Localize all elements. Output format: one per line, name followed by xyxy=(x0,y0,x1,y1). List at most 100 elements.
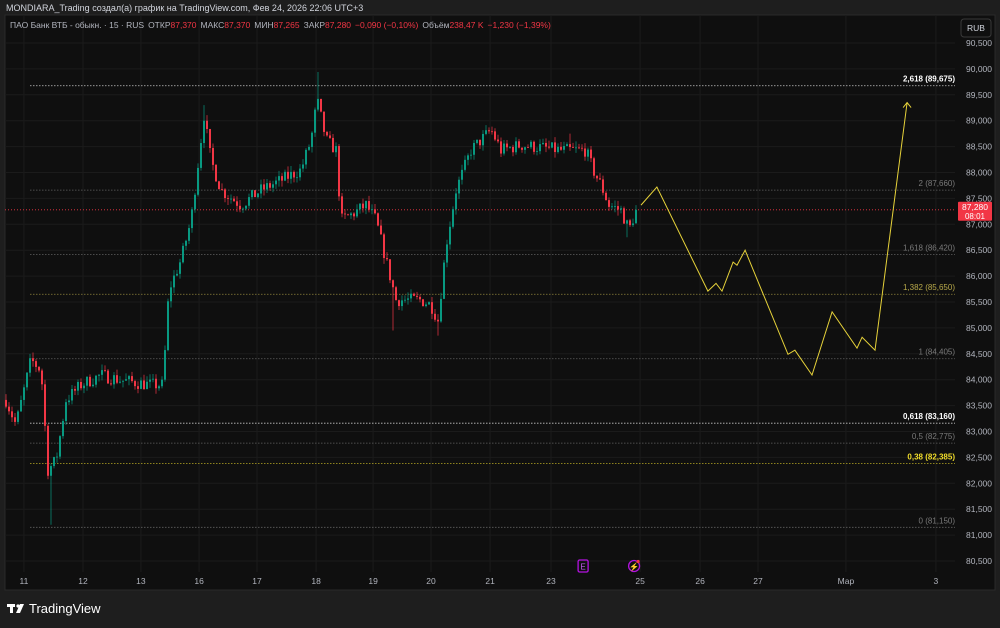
candle-body xyxy=(554,142,556,153)
candle-body xyxy=(176,273,178,276)
candle-body xyxy=(92,384,94,387)
candle-body xyxy=(254,190,256,198)
candle-body xyxy=(224,189,226,199)
candle-body xyxy=(41,370,43,385)
price-tick-label: 90,000 xyxy=(966,64,992,74)
price-tick-label: 85,500 xyxy=(966,297,992,307)
candle-body xyxy=(515,141,517,153)
candle-body xyxy=(164,350,166,380)
candle-body xyxy=(155,378,157,389)
price-tick-label: 83,500 xyxy=(966,401,992,411)
currency-button[interactable]: RUB xyxy=(960,18,992,38)
fib-level-label: 1,382 (85,650) xyxy=(903,283,955,292)
candle-body xyxy=(506,143,508,148)
price-tick-label: 81,000 xyxy=(966,530,992,540)
candle-body xyxy=(518,141,520,148)
candle-body xyxy=(584,148,586,157)
candle-body xyxy=(389,259,391,281)
candle-body xyxy=(476,139,478,143)
time-tick-label: 17 xyxy=(252,576,262,586)
candle-body xyxy=(26,372,28,388)
candle-body xyxy=(413,293,415,296)
time-tick-label: 16 xyxy=(194,576,204,586)
candle-body xyxy=(50,466,52,476)
candle-body xyxy=(422,299,424,307)
candle-body xyxy=(38,366,40,371)
time-tick-label: Мар xyxy=(838,576,855,586)
candle-body xyxy=(83,385,85,389)
candle-body xyxy=(410,293,412,299)
candle-body xyxy=(548,146,550,148)
candle-body xyxy=(449,226,451,245)
candle-body xyxy=(131,376,133,382)
header-title: MONDIARA_Trading создал(а) график на Tra… xyxy=(6,3,363,13)
candle-body xyxy=(329,135,331,138)
svg-text:RUB[interactable]: RUB xyxy=(967,23,985,33)
candle-body xyxy=(635,209,637,224)
svg-text:ПАО Банк ВТБ - обыкн. · 15 · R: ПАО Банк ВТБ - обыкн. · 15 · RUS ОТКР87,3… xyxy=(10,20,551,30)
candle-body xyxy=(59,436,61,457)
fib-level-label: 0,5 (82,775) xyxy=(912,432,955,441)
event-label: E xyxy=(580,563,585,572)
candle-body xyxy=(167,301,169,351)
candle-body xyxy=(35,361,37,367)
candle-body xyxy=(302,164,304,169)
candle-body xyxy=(257,193,259,198)
candle-body xyxy=(335,146,337,153)
legend-open: 87,370 xyxy=(171,20,197,30)
candle-body xyxy=(215,164,217,182)
candle-body xyxy=(608,200,610,207)
candle-body xyxy=(311,132,313,147)
candle-body xyxy=(227,198,229,199)
candle-body xyxy=(560,146,562,150)
candle-body xyxy=(62,421,64,437)
time-tick-label: 19 xyxy=(368,576,378,586)
candle-body xyxy=(200,143,202,168)
candle-body xyxy=(533,141,535,152)
candle-body xyxy=(596,175,598,179)
candle-body xyxy=(377,213,379,226)
candle-body xyxy=(617,206,619,210)
candle-body xyxy=(287,171,289,179)
candle-body xyxy=(212,148,214,165)
time-tick-label: 3 xyxy=(934,576,939,586)
price-tick-label: 84,000 xyxy=(966,375,992,385)
candle-body xyxy=(47,425,49,476)
candle-body xyxy=(629,220,631,226)
candle-body xyxy=(407,298,409,300)
fib-level-label: 1,618 (86,420) xyxy=(903,243,955,252)
candle-body xyxy=(104,370,106,371)
candle-body xyxy=(605,192,607,201)
candle-body xyxy=(134,381,136,387)
candle-body xyxy=(341,196,343,214)
candle-body xyxy=(566,144,568,147)
price-tick-label: 86,000 xyxy=(966,271,992,281)
candle-body xyxy=(113,375,115,385)
candle-body xyxy=(353,213,355,217)
candle-body xyxy=(65,402,67,422)
candle-body xyxy=(503,143,505,154)
candle-body xyxy=(392,280,394,288)
candle-body xyxy=(527,147,529,149)
candle-body xyxy=(293,171,295,178)
candle-body xyxy=(542,142,544,145)
candle-body xyxy=(320,98,322,112)
candle-body xyxy=(416,295,418,297)
candle-body xyxy=(332,137,334,153)
candle-body xyxy=(182,245,184,263)
candle-body xyxy=(74,389,76,391)
candle-body xyxy=(140,380,142,389)
price-tick-label: 89,000 xyxy=(966,116,992,126)
candle-body xyxy=(89,376,91,387)
price-tick-label: 86,500 xyxy=(966,245,992,255)
candle-body xyxy=(107,370,109,384)
candle-body xyxy=(308,146,310,150)
candle-body xyxy=(146,381,148,390)
candle-body xyxy=(521,147,523,150)
candle-body xyxy=(446,244,448,263)
candle-body xyxy=(197,167,199,195)
candle-body xyxy=(443,262,445,299)
price-tick-label: 89,500 xyxy=(966,90,992,100)
fib-level-label: 2,618 (89,675) xyxy=(903,75,955,84)
candle-body xyxy=(95,375,97,385)
